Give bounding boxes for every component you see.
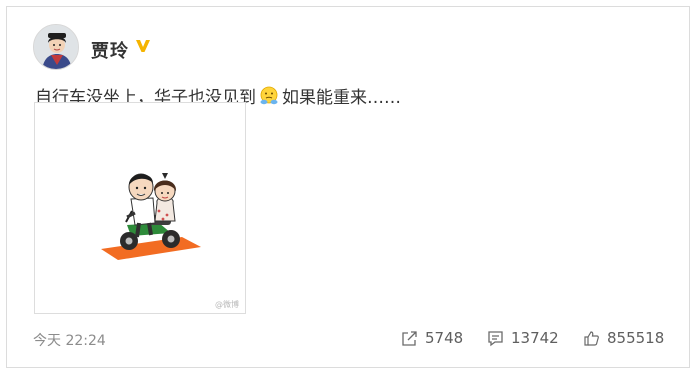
orange-mat [101,237,201,260]
post-image[interactable]: @微博 [34,102,246,314]
weibo-post-card: 贾玲 自行车没坐上，华子也没见到 如果能重来…… @微博 今天 22:24 57… [6,6,690,368]
like-count: 855518 [607,329,665,347]
post-timestamp[interactable]: 今天 22:24 [33,330,106,350]
comment-count: 13742 [511,329,559,347]
verified-badge-icon [136,40,150,52]
thumbs-up-icon [584,330,599,346]
repost-count: 5748 [425,329,464,347]
user-avatar[interactable] [33,24,79,70]
username[interactable]: 贾玲 [91,37,129,63]
image-watermark: @微博 [215,300,239,309]
share-icon [402,330,417,346]
avatar-icon [34,25,78,69]
scooter-cartoon-illustration [101,173,201,260]
comment-icon [488,330,503,346]
sad-face-emoji-icon [260,86,278,105]
like-button[interactable]: 855518 [583,329,664,347]
comment-button[interactable]: 13742 [487,329,559,347]
repost-button[interactable]: 5748 [401,329,463,347]
post-text-part-2: 如果能重来…… [282,88,401,108]
